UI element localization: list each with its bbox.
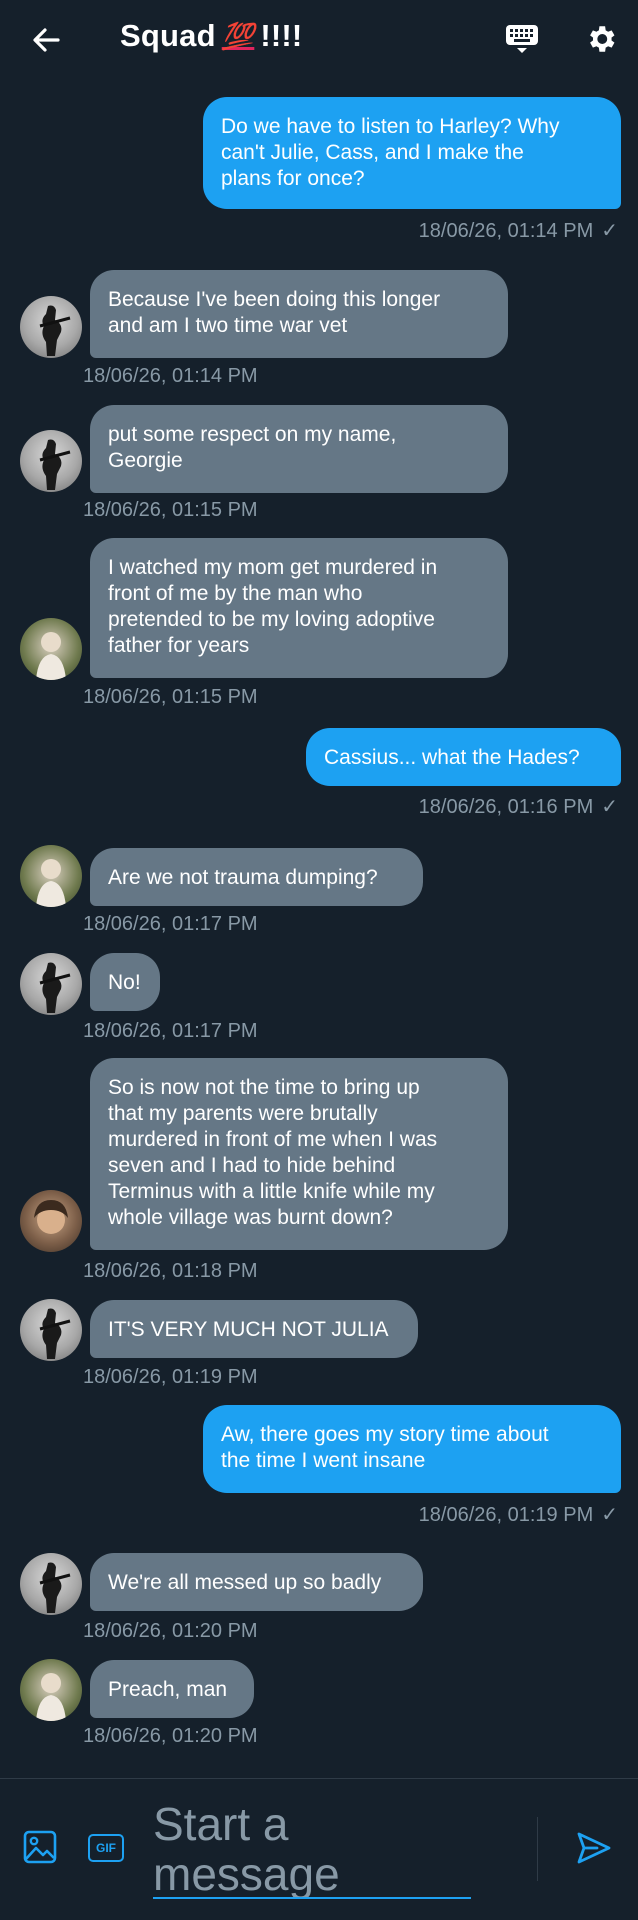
conversation-name: Squad [120, 18, 216, 53]
message-timestamp: 18/06/26, 01:15 PM [83, 686, 258, 708]
message-text-line: whole village was burnt down? [108, 1206, 393, 1229]
incoming-message-bubble[interactable]: No! [90, 953, 160, 1011]
message-input[interactable]: Start a message [153, 1799, 471, 1899]
incoming-message-bubble[interactable]: Preach, man [90, 1660, 254, 1718]
add-gif-button[interactable]: GIF [88, 1834, 124, 1862]
avatar-cassius[interactable] [20, 1659, 82, 1721]
sender-photo [39, 439, 71, 490]
message-text-line: put some respect on my name, [108, 423, 397, 446]
message-timestamp: 18/06/26, 01:14 PM [83, 365, 258, 387]
image-icon [23, 1830, 57, 1864]
message-timestamp: 18/06/26, 01:15 PM [83, 499, 258, 521]
add-photo-button[interactable] [22, 1829, 58, 1865]
incoming-message-bubble[interactable]: I watched my mom get murdered in front o… [90, 538, 508, 678]
timestamp-text: 18/06/26, 01:14 PM [418, 220, 594, 242]
sender-photo [36, 859, 66, 907]
keyboard-button[interactable] [503, 20, 541, 58]
message-placeholder-line: Start a [153, 1799, 289, 1850]
sender-photo [39, 962, 71, 1013]
dm-conversation-screen: Squad 💯 !!!! Do we have to listen to Har… [0, 0, 638, 1920]
incoming-message-bubble[interactable]: IT'S VERY MUCH NOT JULIA [90, 1300, 418, 1358]
message-text-line: that my parents were brutally [108, 1102, 378, 1125]
incoming-message-bubble[interactable]: Because I've been doing this longer and … [90, 270, 508, 358]
message-composer: GIF Start a message [0, 1778, 638, 1920]
incoming-message-bubble[interactable]: So is now not the time to bring up that … [90, 1058, 508, 1250]
message-text-line: Do we have to listen to Harley? Why [221, 115, 560, 138]
message-text-line: No! [108, 971, 141, 994]
message-text-line: Because I've been doing this longer [108, 288, 441, 311]
settings-button[interactable] [582, 20, 620, 58]
conversation-name-suffix: !!!! [260, 18, 303, 53]
message-text-line: IT'S VERY MUCH NOT JULIA [108, 1318, 389, 1341]
gear-icon [590, 26, 615, 52]
message-text-line: I watched my mom get murdered in [108, 556, 438, 579]
sender-photo [39, 1308, 71, 1359]
message-timestamp: 18/06/26, 01:17 PM [83, 913, 258, 935]
message-text-line: father for years [108, 634, 250, 657]
composer-divider [537, 1817, 538, 1881]
message-text-line: pretended to be my loving adoptive [108, 608, 435, 631]
send-button[interactable] [575, 1829, 613, 1867]
message-timestamp: 18/06/26, 01:17 PM [83, 1020, 258, 1042]
incoming-message-bubble[interactable]: Are we not trauma dumping? [90, 848, 423, 906]
message-timestamp: 18/06/26, 01:16 PM ✓ [419, 794, 618, 819]
message-text-line: plans for once? [221, 167, 365, 190]
avatar-julia[interactable] [20, 1190, 82, 1252]
read-receipt-icon: ✓ [601, 796, 618, 818]
avatar-cassius[interactable] [20, 845, 82, 907]
conversation-header: Squad 💯 !!!! [0, 0, 638, 78]
message-text-line: Are we not trauma dumping? [108, 866, 378, 889]
incoming-message-bubble[interactable]: put some respect on my name, Georgie [90, 405, 508, 493]
message-text-line: Aw, there goes my story time about [221, 1423, 549, 1446]
sender-photo [34, 1200, 68, 1234]
message-text-line: Georgie [108, 449, 183, 472]
sender-photo [39, 1562, 71, 1613]
message-text-line: So is now not the time to bring up [108, 1076, 420, 1099]
message-text-line: Preach, man [108, 1678, 228, 1701]
message-timestamp: 18/06/26, 01:14 PM ✓ [419, 218, 618, 243]
message-timestamp: 18/06/26, 01:18 PM [83, 1260, 258, 1282]
keyboard-icon [506, 25, 538, 53]
arrow-left-icon [33, 28, 60, 52]
message-timestamp: 18/06/26, 01:19 PM [83, 1366, 258, 1388]
avatar-harley[interactable] [20, 296, 82, 358]
timestamp-text: 18/06/26, 01:16 PM [418, 796, 594, 818]
message-text-line: We're all messed up so badly [108, 1571, 382, 1594]
message-text-line: front of me by the man who [108, 582, 363, 605]
avatar-harley[interactable] [20, 1299, 82, 1361]
message-text-line: can't Julie, Cass, and I make the [221, 141, 524, 164]
outgoing-message-bubble[interactable]: Cassius... what the Hades? [306, 728, 621, 786]
send-icon [577, 1832, 611, 1864]
avatar-harley[interactable] [20, 430, 82, 492]
message-text-line: and am I two time war vet [108, 314, 348, 337]
hundred-points-emoji: 💯 [221, 20, 255, 51]
message-text-line: murdered in front of me when I was [108, 1128, 438, 1151]
sender-photo [39, 305, 71, 356]
message-timestamp: 18/06/26, 01:19 PM ✓ [419, 1502, 618, 1527]
back-button[interactable] [28, 22, 64, 58]
message-text-line: seven and I had to hide behind [108, 1154, 396, 1177]
avatar-cassius[interactable] [20, 618, 82, 680]
message-placeholder-line: message [153, 1848, 340, 1899]
sender-photo [36, 1673, 66, 1721]
conversation-title[interactable]: Squad 💯 !!!! [120, 18, 302, 54]
read-receipt-icon: ✓ [601, 220, 618, 242]
read-receipt-icon: ✓ [601, 1504, 618, 1526]
outgoing-message-bubble[interactable]: Do we have to listen to Harley? Why can'… [203, 97, 621, 209]
message-text-line: Terminus with a little knife while my [108, 1180, 435, 1203]
message-text-line: Cassius... what the Hades? [324, 746, 580, 769]
timestamp-text: 18/06/26, 01:19 PM [418, 1504, 594, 1526]
outgoing-message-bubble[interactable]: Aw, there goes my story time about the t… [203, 1405, 621, 1493]
message-timestamp: 18/06/26, 01:20 PM [83, 1725, 258, 1747]
message-text-line: the time I went insane [221, 1449, 426, 1472]
gif-label: GIF [96, 1841, 116, 1855]
sender-photo [36, 632, 66, 680]
incoming-message-bubble[interactable]: We're all messed up so badly [90, 1553, 423, 1611]
message-timestamp: 18/06/26, 01:20 PM [83, 1620, 258, 1642]
avatar-harley[interactable] [20, 1553, 82, 1615]
avatar-harley[interactable] [20, 953, 82, 1015]
